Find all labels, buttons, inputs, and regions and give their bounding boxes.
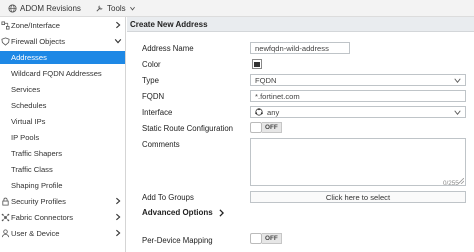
adom-revisions-label: ADOM Revisions: [20, 4, 81, 13]
sidebar-item-label: Services: [11, 85, 41, 94]
per-device-mapping-toggle[interactable]: OFF: [250, 233, 282, 244]
fqdn-value: *.fortinet.com: [255, 91, 300, 101]
sidebar-item-wildcard-fqdn-addresses[interactable]: Wildcard FQDN Addresses: [0, 67, 125, 80]
chevron-right-icon: [116, 197, 121, 205]
sidebar-item-label: Traffic Class: [11, 165, 53, 174]
sidebar-item-shaping-profile[interactable]: Shaping Profile: [0, 179, 125, 192]
per-device-mapping-label: Per-Device Mapping: [142, 236, 213, 245]
chevron-right-icon: [219, 208, 224, 217]
sidebar-item-label: Security Profiles: [11, 197, 66, 206]
lock-icon: [2, 197, 9, 206]
sidebar-item-fabric-connectors[interactable]: Fabric Connectors: [0, 211, 125, 224]
add-to-groups-label: Add To Groups: [142, 193, 194, 202]
sidebar-item-label: Wildcard FQDN Addresses: [11, 69, 102, 78]
user-icon: [1, 229, 10, 238]
sidebar-item-traffic-shapers[interactable]: Traffic Shapers: [0, 147, 125, 160]
tools-menu-button[interactable]: Tools: [95, 0, 136, 17]
advanced-options-label: Advanced Options: [142, 208, 213, 217]
add-to-groups-button[interactable]: Click here to select: [250, 191, 466, 203]
advanced-options-toggle[interactable]: Advanced Options: [142, 208, 225, 217]
globe-icon: [8, 4, 17, 13]
color-swatch-icon: [254, 61, 260, 67]
fqdn-label: FQDN: [142, 92, 165, 101]
comments-label: Comments: [142, 140, 180, 149]
comments-textarea[interactable]: [250, 138, 466, 186]
sidebar-item-ip-pools[interactable]: IP Pools: [0, 131, 125, 144]
static-route-label: Static Route Configuration: [142, 124, 234, 133]
toggle-knob: [250, 233, 262, 244]
chevron-right-icon: [116, 213, 121, 221]
sidebar-item-services[interactable]: Services: [0, 83, 125, 96]
fabric-icon: [1, 213, 10, 222]
sidebar-item-user-device[interactable]: User & Device: [0, 227, 125, 240]
interface-value: any: [267, 107, 280, 117]
fqdn-input[interactable]: *.fortinet.com: [250, 90, 466, 102]
chevron-down-icon: [454, 110, 461, 115]
panel-title: Create New Address: [127, 17, 474, 32]
sidebar-item-label: Traffic Shapers: [11, 149, 63, 158]
color-label: Color: [142, 60, 161, 69]
sidebar-item-label: Schedules: [11, 101, 47, 110]
tools-label: Tools: [107, 4, 126, 13]
comments-counter: 0/255: [443, 180, 459, 187]
sidebar-item-label: Virtual IPs: [11, 117, 46, 126]
static-route-toggle[interactable]: OFF: [250, 122, 282, 133]
type-label: Type: [142, 76, 159, 85]
network-icon: [1, 21, 10, 30]
sidebar-item-label: Addresses: [11, 53, 47, 62]
sidebar: Zone/Interface Firewall Objects Addresse…: [0, 17, 126, 252]
chevron-down-icon: [454, 78, 461, 83]
interface-label: Interface: [142, 108, 173, 117]
sidebar-item-zone-interface[interactable]: Zone/Interface: [0, 19, 125, 32]
interface-any-icon: [255, 108, 263, 116]
toggle-knob: [250, 122, 262, 133]
sidebar-item-addresses[interactable]: Addresses: [0, 51, 125, 64]
sidebar-item-virtual-ips[interactable]: Virtual IPs: [0, 115, 125, 128]
shield-icon: [1, 37, 10, 46]
chevron-down-icon: [114, 39, 122, 44]
type-value: FQDN: [255, 75, 277, 85]
top-toolbar: ADOM Revisions Tools: [0, 0, 474, 17]
type-select[interactable]: FQDN: [250, 74, 466, 86]
sidebar-item-label: User & Device: [11, 229, 60, 238]
resize-handle-icon[interactable]: [458, 178, 464, 184]
color-picker-button[interactable]: [252, 59, 262, 69]
sidebar-item-traffic-class[interactable]: Traffic Class: [0, 163, 125, 176]
chevron-down-icon: [129, 6, 135, 11]
sidebar-item-security-profiles[interactable]: Security Profiles: [0, 195, 125, 208]
sidebar-item-label: IP Pools: [11, 133, 40, 142]
sidebar-item-label: Fabric Connectors: [11, 213, 74, 222]
chevron-right-icon: [116, 229, 121, 237]
interface-select[interactable]: any: [250, 106, 466, 118]
sidebar-item-firewall-objects[interactable]: Firewall Objects: [0, 35, 125, 48]
toggle-state: OFF: [262, 233, 282, 244]
adom-revisions-button[interactable]: ADOM Revisions: [8, 0, 81, 17]
sidebar-item-label: Firewall Objects: [11, 37, 66, 46]
tools-icon: [96, 5, 103, 12]
address-name-value: newfqdn-wild-address: [255, 43, 329, 53]
chevron-right-icon: [116, 21, 121, 29]
sidebar-item-label: Shaping Profile: [11, 181, 63, 190]
sidebar-item-schedules[interactable]: Schedules: [0, 99, 125, 112]
sidebar-item-label: Zone/Interface: [11, 21, 60, 30]
toggle-state: OFF: [262, 122, 282, 133]
address-name-input[interactable]: newfqdn-wild-address: [250, 42, 350, 54]
address-name-label: Address Name: [142, 44, 194, 53]
